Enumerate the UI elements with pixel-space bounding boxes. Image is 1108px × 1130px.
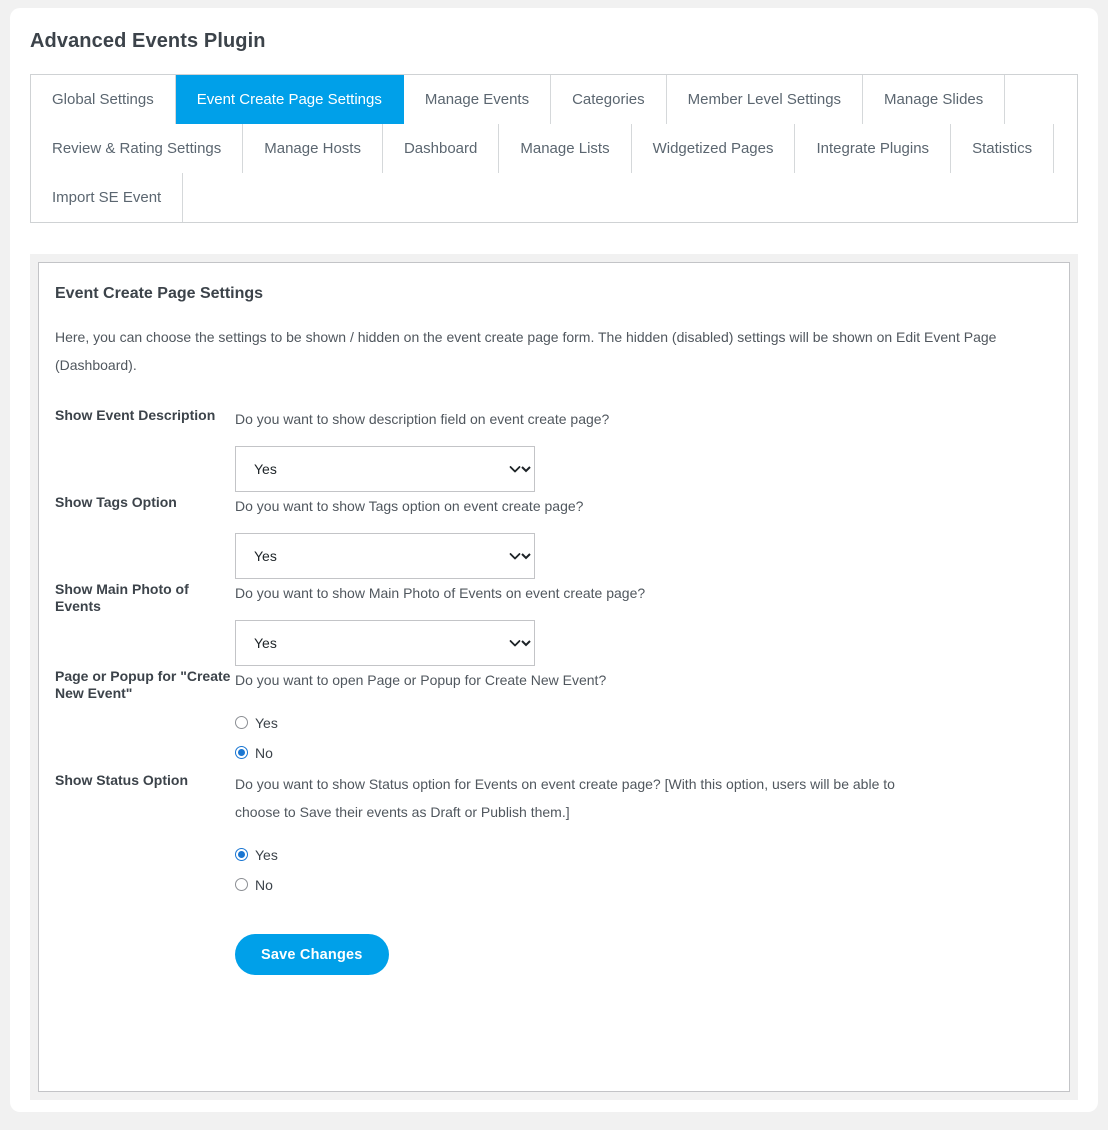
- radio-icon[interactable]: [235, 878, 248, 891]
- setting-question: Do you want to show Main Photo of Events…: [235, 585, 646, 601]
- tab-widgetized-pages[interactable]: Widgetized Pages: [631, 124, 796, 173]
- select-wrapper: YesNo: [235, 533, 535, 579]
- tab-import-se-event[interactable]: Import SE Event: [31, 173, 184, 222]
- page-title: Advanced Events Plugin: [30, 30, 266, 52]
- select-wrapper: YesNo: [235, 446, 535, 492]
- setting-row-show-tags-option: Show Tags Option Do you want to show Tags…: [55, 492, 1053, 579]
- radio-option-page-or-popup-for-create-new-event-no[interactable]: No: [235, 740, 1053, 765]
- setting-question: Do you want to show Tags option on event…: [235, 498, 584, 514]
- radio-option-show-status-option-no[interactable]: No: [235, 872, 1053, 897]
- tab-event-create-page-settings[interactable]: Event Create Page Settings: [175, 75, 404, 124]
- setting-label: Show Tags Option: [55, 494, 177, 510]
- tab-categories[interactable]: Categories: [551, 75, 667, 124]
- setting-body: Do you want to show Status option for Ev…: [235, 770, 1053, 902]
- setting-label: Page or Popup for "Create New Event": [55, 668, 231, 701]
- radio-label: No: [255, 876, 273, 893]
- radio-option-page-or-popup-for-create-new-event-yes[interactable]: Yes: [235, 710, 1053, 735]
- panel-description: Here, you can choose the settings to be …: [55, 329, 997, 373]
- tab-row-filler: [1005, 75, 1077, 124]
- plugin-card: Advanced Events Plugin Global Settings Ev…: [10, 8, 1098, 1112]
- tab-manage-slides[interactable]: Manage Slides: [863, 75, 1006, 124]
- radio-icon[interactable]: [235, 746, 248, 759]
- tab-dashboard[interactable]: Dashboard: [382, 124, 500, 173]
- radio-group-show-status-option: Yes No: [235, 842, 1053, 897]
- tab-manage-hosts[interactable]: Manage Hosts: [243, 124, 383, 173]
- tab-global-settings[interactable]: Global Settings: [31, 75, 176, 124]
- radio-icon[interactable]: [235, 716, 248, 729]
- select-wrapper: YesNo: [235, 620, 535, 666]
- setting-row-page-or-popup-for-create-new-event: Page or Popup for "Create New Event" Do y…: [55, 666, 1053, 770]
- settings-panel: Event Create Page Settings Here, you can…: [38, 262, 1070, 1092]
- tab-row-filler: [1054, 124, 1077, 173]
- setting-body: Do you want to show Main Photo of Events…: [235, 579, 1053, 666]
- tab-review-rating-settings[interactable]: Review & Rating Settings: [31, 124, 244, 173]
- setting-body: Do you want to show Tags option on event…: [235, 492, 1053, 579]
- setting-row-show-status-option: Show Status Option Do you want to show St…: [55, 770, 1053, 902]
- settings-list: Show Event Description Do you want to sho…: [55, 405, 1053, 902]
- setting-label: Show Status Option: [55, 772, 188, 788]
- settings-wrapper: Event Create Page Settings Here, you can…: [30, 254, 1078, 1100]
- setting-question: Do you want to show description field on…: [235, 411, 610, 427]
- radio-group-page-or-popup-for-create-new-event: Yes No: [235, 710, 1053, 765]
- panel-heading: Event Create Page Settings: [55, 285, 264, 302]
- radio-option-show-status-option-yes[interactable]: Yes: [235, 842, 1053, 867]
- radio-label: Yes: [255, 846, 278, 863]
- tab-row-filler: [183, 173, 1077, 222]
- setting-row-show-event-description: Show Event Description Do you want to sho…: [55, 405, 1053, 492]
- setting-row-show-main-photo-of-events: Show Main Photo of Events Do you want to …: [55, 579, 1053, 666]
- tab-member-level-settings[interactable]: Member Level Settings: [666, 75, 864, 124]
- tab-manage-events[interactable]: Manage Events: [403, 75, 552, 124]
- setting-body: Do you want to open Page or Popup for Cr…: [235, 666, 1053, 770]
- select-show-main-photo-of-events[interactable]: YesNo: [235, 620, 535, 666]
- select-show-tags-option[interactable]: YesNo: [235, 533, 535, 579]
- save-row: Save Changes: [235, 934, 1053, 975]
- tab-statistics[interactable]: Statistics: [951, 124, 1055, 173]
- radio-label: No: [255, 744, 273, 761]
- setting-question: Do you want to open Page or Popup for Cr…: [235, 672, 607, 688]
- setting-question: Do you want to show Status option for Ev…: [235, 776, 895, 820]
- tab-bar: Global Settings Event Create Page Setting…: [30, 74, 1078, 223]
- tab-manage-lists[interactable]: Manage Lists: [499, 124, 632, 173]
- radio-icon[interactable]: [235, 848, 248, 861]
- tab-integrate-plugins[interactable]: Integrate Plugins: [795, 124, 952, 173]
- setting-label: Show Main Photo of Events: [55, 581, 189, 614]
- select-show-event-description[interactable]: YesNo: [235, 446, 535, 492]
- setting-body: Do you want to show description field on…: [235, 405, 1053, 492]
- setting-label: Show Event Description: [55, 407, 216, 423]
- radio-label: Yes: [255, 714, 278, 731]
- save-button[interactable]: Save Changes: [235, 934, 389, 975]
